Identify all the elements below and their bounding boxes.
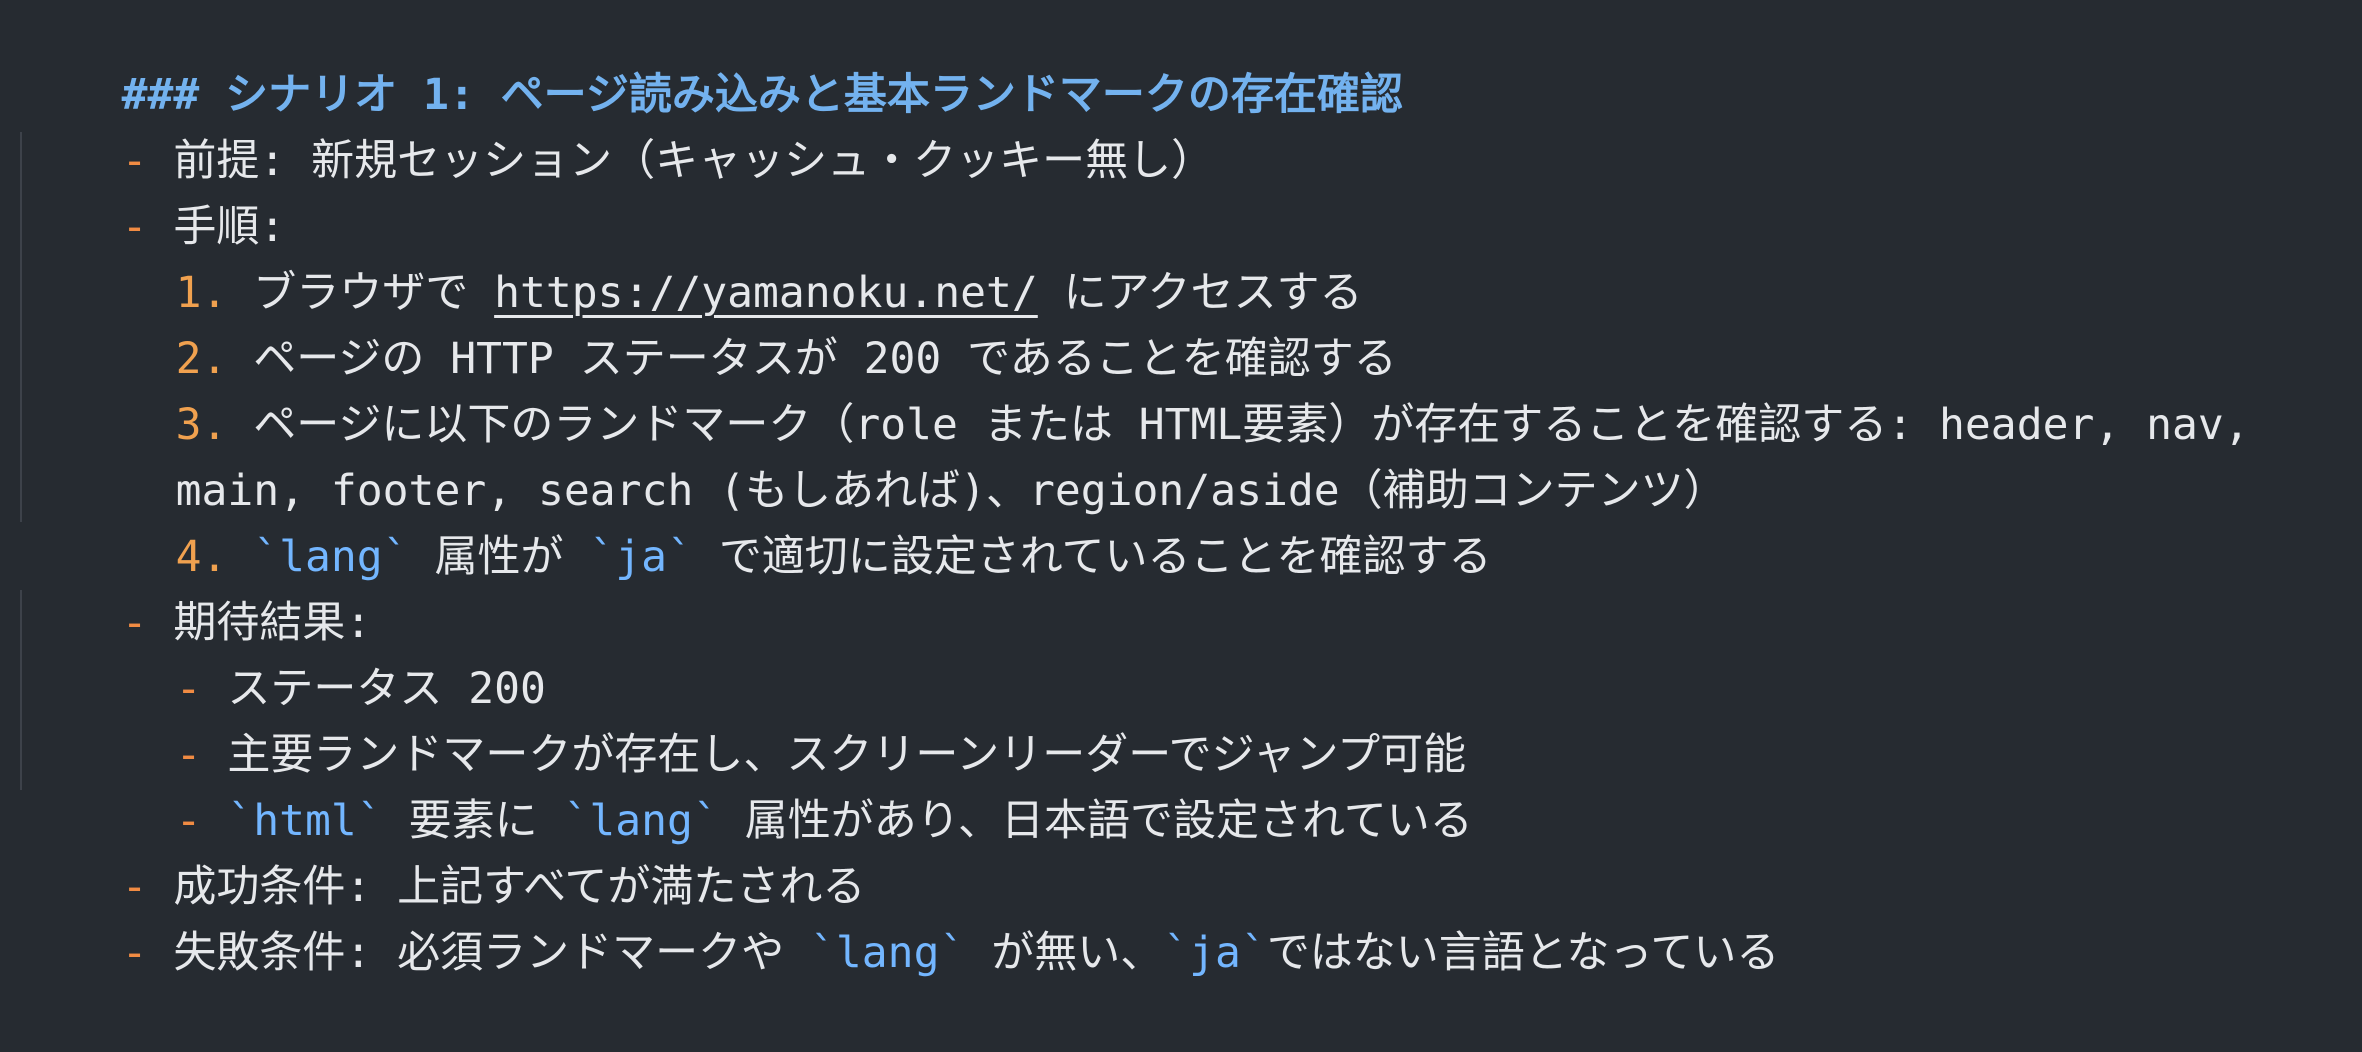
- step-2-line: 2. ページの HTTP ステータスが 200 であることを確認する: [72, 260, 1397, 384]
- precondition-text: 新規セッション（キャッシュ・クッキー無し）: [311, 136, 1215, 186]
- inline-code: `ja`: [589, 532, 693, 582]
- failure-text: 必須ランドマークや: [397, 928, 785, 978]
- step-text: 属性が: [434, 532, 564, 582]
- step-3-line: 3. ページに以下のランドマーク（role または HTML要素）が存在すること…: [72, 326, 2250, 450]
- inline-code: `lang`: [810, 928, 966, 978]
- expected-label-line: - 期待結果:: [18, 524, 372, 648]
- expected-item-2: - 主要ランドマークが存在し、スクリーンリーダーでジャンプ可能: [72, 656, 1467, 780]
- inline-code: `ja`: [1163, 928, 1267, 978]
- failure-text: ではない言語となっている: [1266, 928, 1780, 978]
- expected-item-1: - ステータス 200: [72, 590, 546, 714]
- scenario-heading: ### シナリオ 1: ページ読み込みと基本ランドマークの存在確認: [18, 0, 1403, 120]
- step-3-wrap-line: main, footer, search (もしあれば)、region/asid…: [72, 392, 1727, 516]
- failure-text: が無い、: [991, 928, 1164, 978]
- success-line: - 成功条件: 上記すべてが満たされる: [18, 788, 866, 912]
- expected-item-3: - `html` 要素に `lang` 属性があり、日本語で設定されている: [72, 722, 1473, 846]
- failure-label: 失敗条件:: [173, 928, 372, 978]
- markdown-editor[interactable]: ### シナリオ 1: ページ読み込みと基本ランドマークの存在確認 - 前提: …: [0, 0, 2362, 978]
- step-text: で適切に設定されていることを確認する: [718, 532, 1492, 582]
- step-1-line: 1. ブラウザで https://yamanoku.net/ にアクセスする: [72, 194, 1363, 318]
- steps-label-line: - 手順:: [18, 128, 286, 252]
- precondition-line: - 前提: 新規セッション（キャッシュ・クッキー無し）: [18, 62, 1215, 186]
- step-4-line: 4. `lang` 属性が `ja` で適切に設定されていることを確認する: [72, 458, 1492, 582]
- failure-line: - 失敗条件: 必須ランドマークや `lang` が無い、`ja`ではない言語と…: [18, 854, 1780, 978]
- bullet-marker: -: [121, 928, 148, 978]
